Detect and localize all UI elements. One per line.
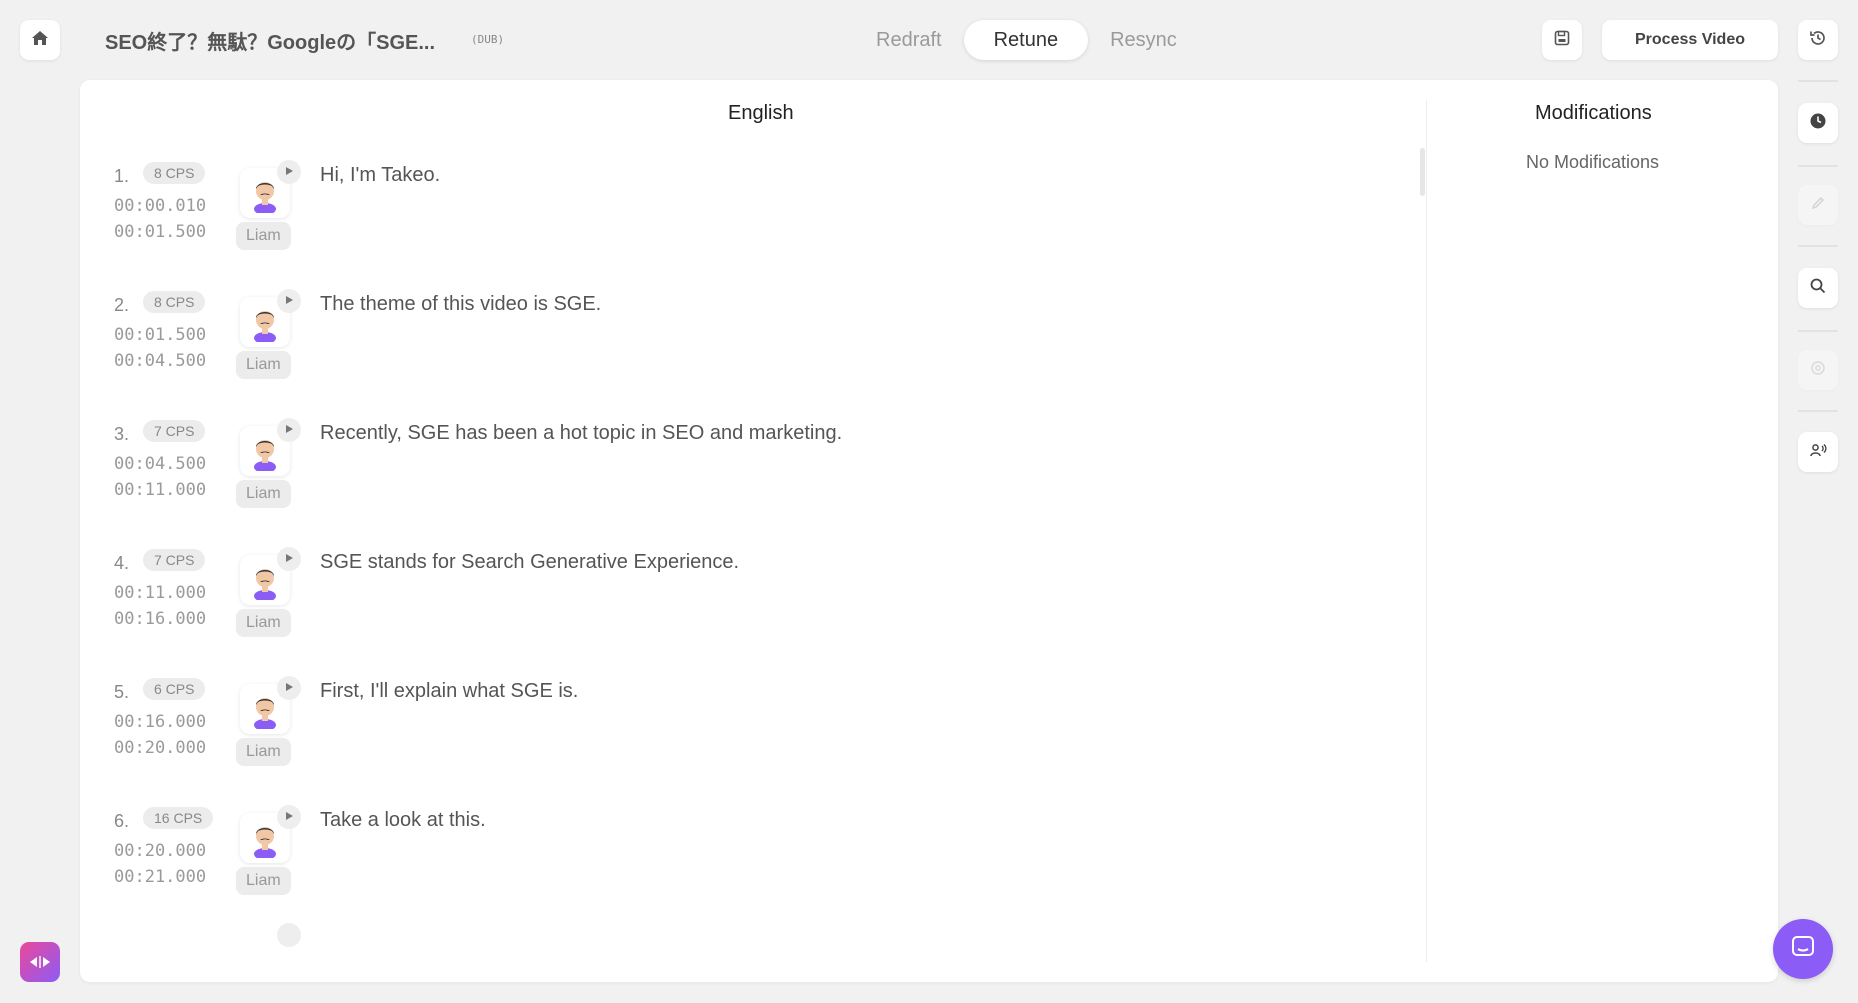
save-button[interactable] (1542, 20, 1582, 60)
app-logo[interactable] (20, 942, 60, 982)
play-button[interactable] (277, 160, 301, 184)
voice-icon (1809, 441, 1827, 464)
speaker-label[interactable]: Liam (236, 609, 291, 637)
segment-text[interactable]: SGE stands for Search Generative Experie… (320, 551, 739, 574)
end-time[interactable]: 00:20.000 (114, 738, 206, 758)
cps-badge: 16 CPS (143, 807, 214, 829)
play-icon (284, 679, 294, 697)
cps-badge: 7 CPS (143, 549, 206, 571)
speaker-label[interactable]: Liam (236, 351, 291, 379)
segment-number: 3. (114, 424, 130, 444)
segment-number: 2. (114, 295, 130, 315)
end-time[interactable]: 00:11.000 (114, 480, 206, 500)
play-button[interactable] (277, 547, 301, 571)
cps-badge: 7 CPS (143, 420, 206, 442)
speaker-label[interactable]: Liam (236, 738, 291, 766)
save-icon (1553, 29, 1571, 52)
cps-badge: 8 CPS (143, 291, 206, 313)
end-time[interactable]: 00:04.500 (114, 351, 206, 371)
project-title: SEO終了？無駄？Googleの「SGE... (105, 32, 436, 54)
segment-number: 1. (114, 166, 130, 186)
settings-button[interactable] (1798, 350, 1838, 390)
home-button[interactable] (20, 20, 60, 60)
segment-row[interactable]: 3. 7 CPS 00:04.500 00:11.000 Liam Recently, S… (80, 418, 1420, 528)
start-time[interactable]: 00:04.500 (114, 454, 206, 474)
dub-badge: (DUB) (471, 33, 505, 46)
segment-text[interactable]: Hi, I'm Takeo. (320, 164, 440, 187)
tab-retune[interactable]: Retune (963, 20, 1089, 60)
segment-text[interactable]: Take a look at this. (320, 809, 486, 832)
tab-redraft[interactable]: Redraft (860, 20, 958, 60)
timing-button[interactable] (1798, 103, 1838, 143)
segment-number: 5. (114, 682, 130, 702)
history-button[interactable] (1798, 20, 1838, 60)
segment-row[interactable]: 6. 16 CPS 00:20.000 00:21.000 Liam Take a loo… (80, 805, 1420, 915)
segment-text[interactable]: Recently, SGE has been a hot topic in SE… (320, 422, 842, 445)
modifications-heading: Modifications (1535, 102, 1652, 124)
toolbar-divider (1798, 245, 1838, 247)
start-time[interactable]: 00:16.000 (114, 712, 206, 732)
cps-badge: 6 CPS (143, 678, 206, 700)
play-button[interactable] (277, 676, 301, 700)
segment-row[interactable]: 2. 8 CPS 00:01.500 00:04.500 Liam The theme o… (80, 289, 1420, 399)
segment-row[interactable]: 4. 7 CPS 00:11.000 00:16.000 Liam SGE stands … (80, 547, 1420, 657)
play-button[interactable] (277, 289, 301, 313)
play-icon (284, 421, 294, 439)
end-time[interactable]: 00:21.000 (114, 867, 206, 887)
pen-icon (1809, 194, 1827, 217)
toolbar-divider (1798, 330, 1838, 332)
chat-icon (1790, 934, 1816, 965)
start-time[interactable]: 00:11.000 (114, 583, 206, 603)
play-button[interactable] (277, 418, 301, 442)
tab-resync[interactable]: Resync (1094, 20, 1193, 60)
toolbar-divider (1798, 410, 1838, 412)
home-icon (30, 28, 50, 53)
speaker-label[interactable]: Liam (236, 222, 291, 250)
play-icon (284, 163, 294, 181)
end-time[interactable]: 00:01.500 (114, 222, 206, 242)
play-icon[interactable] (277, 923, 301, 947)
settings-icon (1809, 359, 1827, 382)
clock-icon (1809, 112, 1827, 135)
language-heading: English (728, 102, 794, 124)
segment-number: 4. (114, 553, 130, 573)
search-icon (1809, 277, 1827, 300)
history-icon (1808, 28, 1828, 53)
start-time[interactable]: 00:00.010 (114, 196, 206, 216)
speaker-label[interactable]: Liam (236, 867, 291, 895)
play-icon (284, 292, 294, 310)
scrollbar[interactable] (1420, 148, 1425, 196)
segment-row[interactable]: 1. 8 CPS 00:00.010 00:01.500 Liam Hi, I'm Tak… (80, 160, 1420, 270)
end-time[interactable]: 00:16.000 (114, 609, 206, 629)
process-video-button[interactable]: Process Video (1602, 20, 1778, 60)
mode-tabs: Redraft Retune Resync (860, 20, 1199, 60)
play-icon (284, 808, 294, 826)
toolbar-divider (1798, 80, 1838, 82)
voice-button[interactable] (1798, 432, 1838, 472)
search-button[interactable] (1798, 268, 1838, 308)
segment-text[interactable]: First, I'll explain what SGE is. (320, 680, 578, 703)
start-time[interactable]: 00:01.500 (114, 325, 206, 345)
no-modifications-text: No Modifications (1526, 152, 1660, 172)
speaker-label[interactable]: Liam (236, 480, 291, 508)
editor-panel: English Modifications No Modifications 1… (80, 80, 1778, 982)
start-time[interactable]: 00:20.000 (114, 841, 206, 861)
column-divider (1426, 100, 1427, 962)
segment-number: 6. (114, 811, 130, 831)
segment-row[interactable]: 5. 6 CPS 00:16.000 00:20.000 Liam First, I'll… (80, 676, 1420, 786)
chat-button[interactable] (1773, 919, 1833, 979)
edit-button[interactable] (1798, 185, 1838, 225)
toolbar-divider (1798, 165, 1838, 167)
play-button[interactable] (277, 805, 301, 829)
play-icon (284, 550, 294, 568)
cps-badge: 8 CPS (143, 162, 206, 184)
segment-text[interactable]: The theme of this video is SGE. (320, 293, 601, 316)
